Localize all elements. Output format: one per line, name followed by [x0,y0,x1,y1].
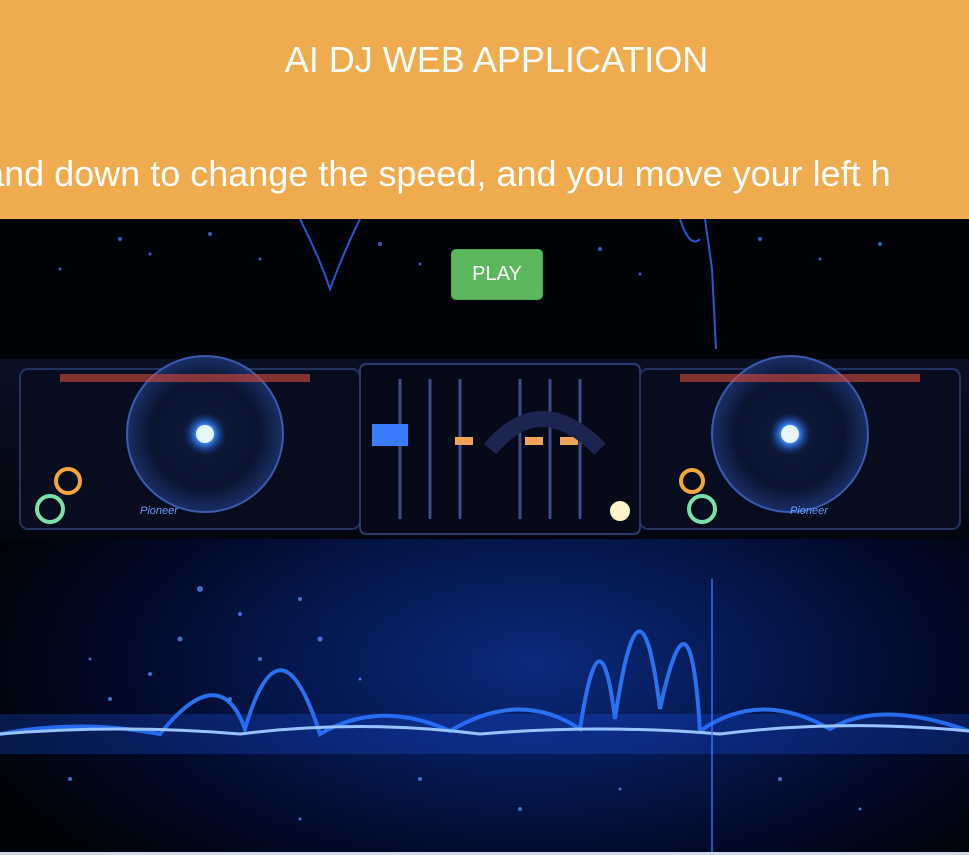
dj-scene-graphic: Pioneer Pioneer [0,219,969,855]
dj-rig: Pioneer Pioneer [0,355,969,539]
svg-text:Pioneer: Pioneer [140,505,179,517]
page-title: AI DJ WEB APPLICATION [284,39,709,80]
bottom-particles [68,586,862,821]
play-button[interactable]: PLAY [451,249,543,300]
bottom-sound-wave [0,579,969,855]
app-header: AI DJ WEB APPLICATION d up and down to c… [0,0,969,219]
instructions-marquee: d up and down to change the speed, and y… [0,153,891,194]
dj-background-image: Pioneer Pioneer [0,219,969,855]
svg-text:Pioneer: Pioneer [790,505,829,517]
